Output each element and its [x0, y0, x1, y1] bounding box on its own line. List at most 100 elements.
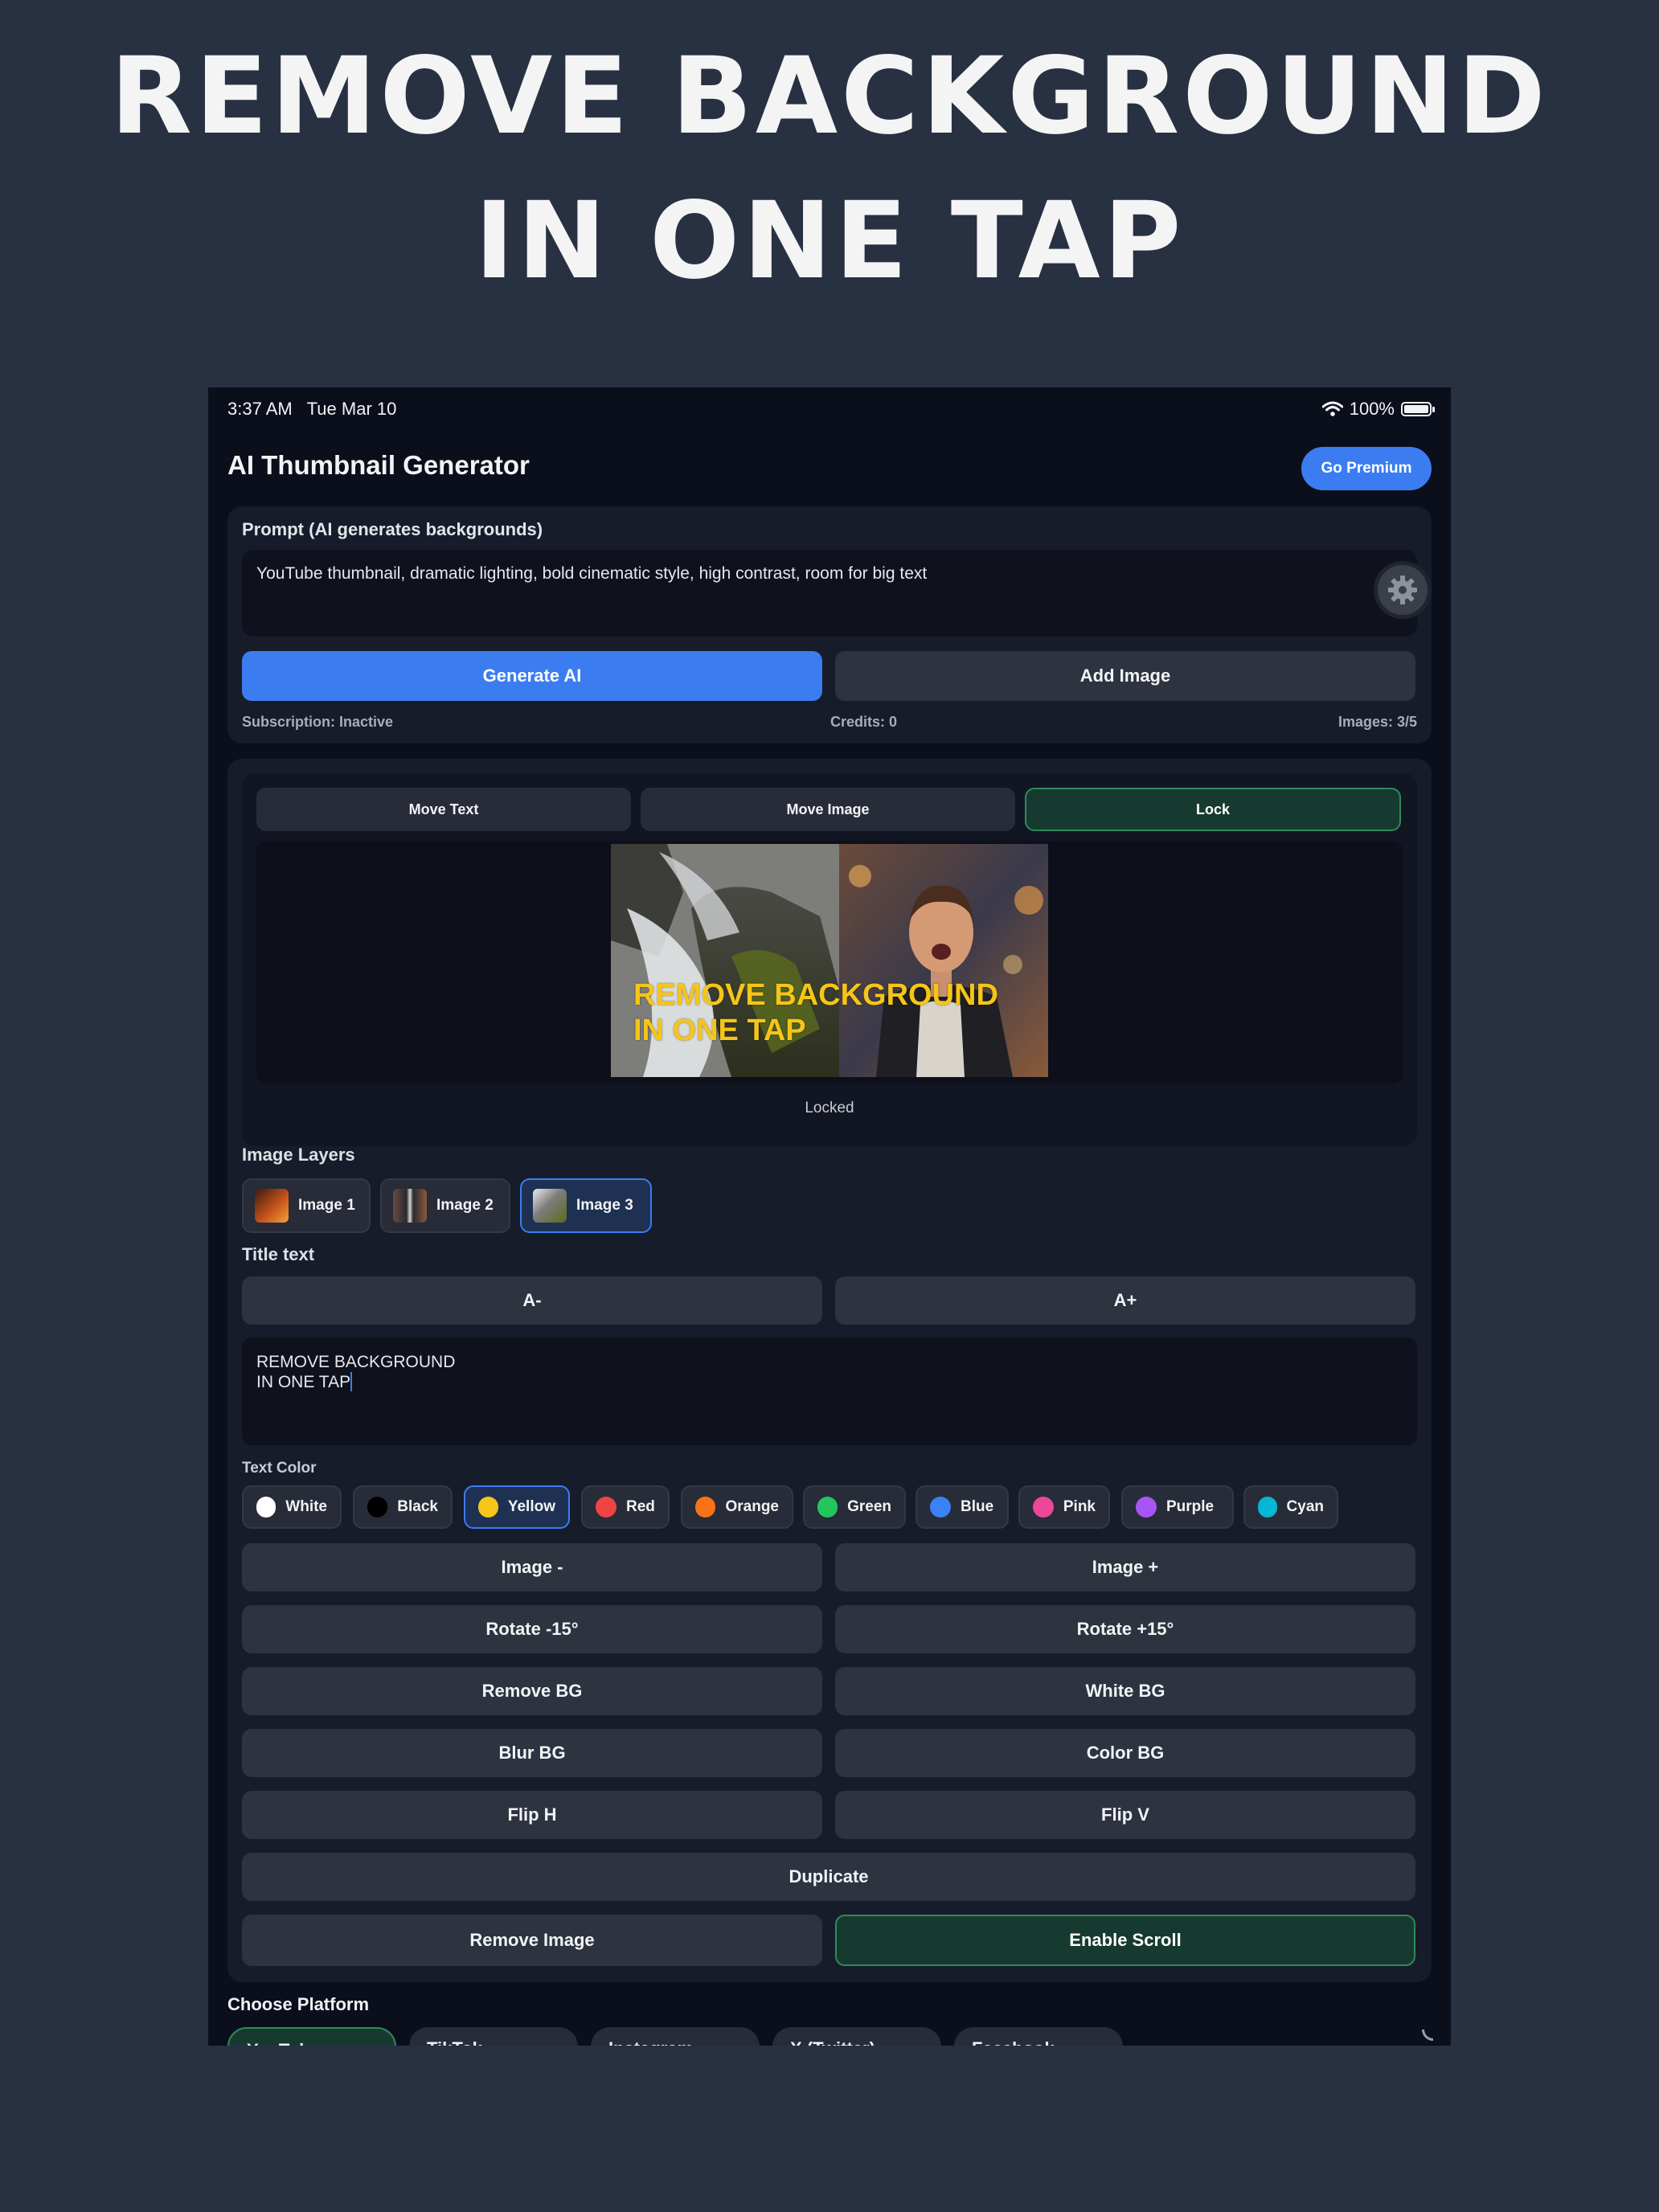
- color-swatch: [256, 1497, 276, 1518]
- status-time: 3:37 AM Tue Mar 10: [227, 399, 396, 420]
- app-title: AI Thumbnail Generator: [227, 450, 530, 480]
- title-text-line-2: IN ONE TAP: [256, 1373, 351, 1391]
- settings-button[interactable]: [1374, 561, 1432, 619]
- canvas-stage: REMOVE BACKGROUND IN ONE TAP: [256, 841, 1403, 1083]
- battery-percent: 100%: [1349, 399, 1395, 419]
- clock: 3:37 AM: [227, 399, 293, 419]
- color-chip-white[interactable]: White: [242, 1485, 342, 1529]
- image-enlarge-button[interactable]: Image +: [835, 1543, 1415, 1591]
- color-label: Orange: [725, 1498, 779, 1515]
- platform-chip-x-twitter[interactable]: X (Twitter): [772, 2027, 941, 2046]
- prompt-input[interactable]: YouTube thumbnail, dramatic lighting, bo…: [242, 550, 1417, 637]
- color-chip-yellow[interactable]: Yellow: [464, 1485, 570, 1529]
- color-chip-orange[interactable]: Orange: [681, 1485, 793, 1529]
- layer-thumbnail: [533, 1189, 567, 1223]
- rotate-left-button[interactable]: Rotate -15°: [242, 1605, 822, 1653]
- font-increase-button[interactable]: A+: [835, 1276, 1415, 1325]
- layer-thumbnail: [393, 1189, 427, 1223]
- color-label: Green: [847, 1498, 891, 1515]
- move-image-button[interactable]: Move Image: [641, 788, 1015, 831]
- text-caret: [350, 1372, 353, 1391]
- color-chip-blue[interactable]: Blue: [916, 1485, 1009, 1529]
- images-count: Images: 3/5: [1337, 714, 1417, 730]
- blur-bg-button[interactable]: Blur BG: [242, 1729, 822, 1777]
- layer-chip-image-3[interactable]: Image 3: [520, 1178, 652, 1233]
- color-chip-black[interactable]: Black: [353, 1485, 453, 1529]
- platform-chip-instagram[interactable]: Instagram: [591, 2027, 760, 2046]
- headline-line-2: IN ONE TAP: [474, 179, 1185, 303]
- color-label: Purple: [1166, 1498, 1215, 1515]
- loading-spinner-icon: [1417, 2013, 1449, 2046]
- color-label: Pink: [1063, 1498, 1096, 1515]
- color-label: Cyan: [1286, 1498, 1324, 1515]
- promo-headline: REMOVE BACKGROUND IN ONE TAP: [0, 24, 1659, 313]
- color-label: Blue: [961, 1498, 994, 1515]
- layer-chip-image-1[interactable]: Image 1: [242, 1178, 371, 1233]
- color-swatch: [930, 1497, 951, 1518]
- rotate-right-button[interactable]: Rotate +15°: [835, 1605, 1415, 1653]
- color-swatch: [596, 1497, 616, 1518]
- color-swatch: [1258, 1497, 1277, 1518]
- device-screen: 3:37 AM Tue Mar 10 100% AI Thumbnail Gen…: [208, 387, 1451, 2046]
- duplicate-button[interactable]: Duplicate: [242, 1853, 1415, 1901]
- layer-chip-image-2[interactable]: Image 2: [380, 1178, 510, 1233]
- canvas-state-label: Locked: [805, 1100, 854, 1116]
- color-swatch: [367, 1497, 388, 1518]
- enable-scroll-button[interactable]: Enable Scroll: [835, 1915, 1415, 1966]
- color-chip-cyan[interactable]: Cyan: [1243, 1485, 1338, 1529]
- add-image-button[interactable]: Add Image: [835, 651, 1415, 701]
- remove-bg-button[interactable]: Remove BG: [242, 1667, 822, 1715]
- prompt-card: Prompt (AI generates backgrounds) YouTub…: [227, 506, 1432, 743]
- color-label: White: [285, 1498, 327, 1515]
- thumbnail-title-text: REMOVE BACKGROUND IN ONE TAP: [633, 977, 998, 1048]
- flip-vertical-button[interactable]: Flip V: [835, 1791, 1415, 1839]
- battery-icon: [1401, 402, 1435, 416]
- choose-platform-label: Choose Platform: [227, 1994, 370, 2014]
- layer-label: Image 2: [436, 1197, 494, 1214]
- generate-ai-button[interactable]: Generate AI: [242, 651, 822, 701]
- color-label: Black: [397, 1498, 438, 1515]
- editor-card: Move Text Move Image Lock REMOVE BACKGRO…: [227, 759, 1432, 1982]
- credits-count: Credits: 0: [830, 714, 898, 730]
- color-swatch: [817, 1497, 838, 1518]
- lock-button[interactable]: Lock: [1025, 788, 1401, 831]
- color-chip-pink[interactable]: Pink: [1018, 1485, 1110, 1529]
- prompt-label: Prompt (AI generates backgrounds): [242, 519, 543, 539]
- text-color-label: Text Color: [242, 1460, 317, 1477]
- subscription-status: Subscription: Inactive: [242, 714, 394, 730]
- status-right: 100%: [1321, 399, 1435, 420]
- color-swatch: [1033, 1497, 1054, 1518]
- layer-thumbnail: [255, 1189, 289, 1223]
- move-text-button[interactable]: Move Text: [256, 788, 631, 831]
- color-chip-red[interactable]: Red: [581, 1485, 670, 1529]
- title-text-input[interactable]: REMOVE BACKGROUND IN ONE TAP: [242, 1337, 1417, 1445]
- platform-chip-youtube[interactable]: YouTube: [227, 2027, 396, 2046]
- layer-label: Image 3: [576, 1197, 633, 1214]
- gear-icon: [1388, 576, 1417, 604]
- remove-image-button[interactable]: Remove Image: [242, 1915, 822, 1966]
- date: Tue Mar 10: [306, 399, 397, 419]
- color-swatch: [695, 1497, 716, 1518]
- title-text-line-1: REMOVE BACKGROUND: [256, 1353, 456, 1371]
- status-bar: 3:37 AM Tue Mar 10 100%: [227, 395, 1435, 428]
- color-label: Red: [626, 1498, 655, 1515]
- thumb-title-line-2: IN ONE TAP: [633, 1014, 806, 1047]
- thumb-title-line-1: REMOVE BACKGROUND: [633, 978, 998, 1012]
- platform-chip-tiktok[interactable]: TikTok: [409, 2027, 578, 2046]
- flip-horizontal-button[interactable]: Flip H: [242, 1791, 822, 1839]
- color-swatch: [478, 1497, 498, 1518]
- platform-chip-facebook[interactable]: Facebook: [954, 2027, 1123, 2046]
- color-label: Yellow: [507, 1498, 555, 1515]
- color-chip-purple[interactable]: Purple: [1121, 1485, 1234, 1529]
- color-chip-green[interactable]: Green: [803, 1485, 906, 1529]
- go-premium-button[interactable]: Go Premium: [1301, 447, 1432, 490]
- color-bg-button[interactable]: Color BG: [835, 1729, 1415, 1777]
- thumbnail-preview: REMOVE BACKGROUND IN ONE TAP: [611, 844, 1048, 1077]
- image-layers-label: Image Layers: [242, 1145, 355, 1165]
- headline-line-1: REMOVE BACKGROUND: [110, 35, 1549, 158]
- font-decrease-button[interactable]: A-: [242, 1276, 822, 1325]
- white-bg-button[interactable]: White BG: [835, 1667, 1415, 1715]
- layer-label: Image 1: [298, 1197, 355, 1214]
- image-shrink-button[interactable]: Image -: [242, 1543, 822, 1591]
- canvas-panel: Move Text Move Image Lock REMOVE BACKGRO…: [242, 773, 1417, 1146]
